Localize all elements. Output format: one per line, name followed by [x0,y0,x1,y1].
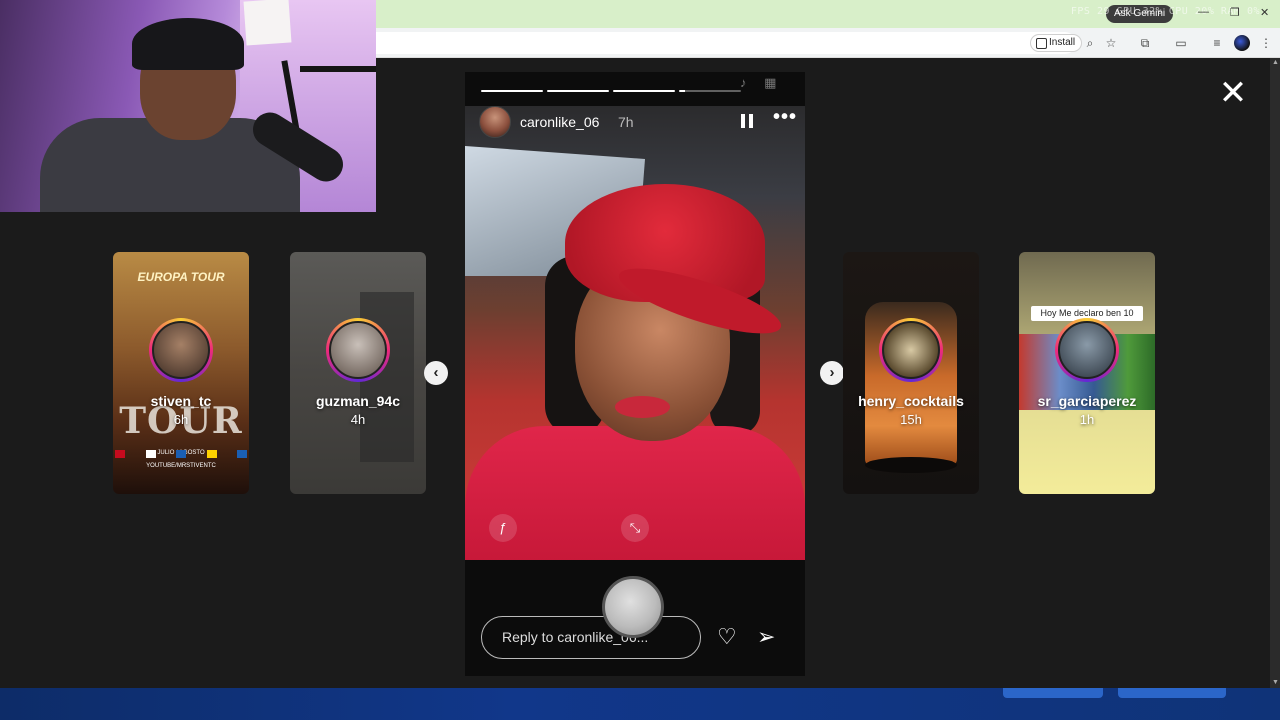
taskbar-app[interactable] [1003,688,1103,698]
card-flags [115,450,247,458]
chevron-right-icon: › [829,364,835,381]
grid-icon[interactable]: ▦ [764,75,776,90]
story-card-stiven-tc[interactable]: EUROPA TOUR TOUR JULIO / AGOSTO YOUTUBE/… [113,252,249,494]
story-username: guzman_94c [315,393,401,409]
story-viewer: ♪ ▦ ƒ ⤡ caronlike_06 7h ••• Reply to car… [465,72,805,676]
browser-menu-icon[interactable]: ⋮ [1258,35,1274,51]
story-card-henry-cocktails[interactable]: henry_cocktails 15h [843,252,979,494]
avatar [1055,318,1119,382]
story-age: 6h [173,412,189,427]
story-username[interactable]: caronlike_06 [520,114,599,130]
previous-story-button[interactable]: ‹ [424,361,448,385]
next-story-button[interactable]: › [820,361,844,385]
os-taskbar [0,688,1280,720]
story-top-icons: ♪ ▦ [740,75,776,91]
story-age: 4h [350,412,366,427]
streamer-beanie [132,18,244,70]
story-progress [481,90,741,92]
touch-cursor-indicator [602,576,664,638]
more-icon[interactable]: ••• [773,106,797,129]
story-header: caronlike_06 7h ••• [479,106,799,138]
scroll-up-icon[interactable]: ▲ [1272,59,1279,66]
pause-icon[interactable] [741,114,753,128]
story-age: 1h [1079,412,1095,427]
chevron-left-icon: ‹ [433,364,439,381]
avatar [879,318,943,382]
page-scrollbar[interactable]: ▲ ▼ [1270,58,1280,688]
story-username: henry_cocktails [858,393,964,409]
cast-icon[interactable]: ▭ [1173,35,1189,51]
media-controls-icon[interactable]: ≡ [1209,35,1225,51]
scroll-down-icon[interactable]: ▼ [1272,679,1279,686]
avatar [326,318,390,382]
profile-avatar[interactable] [1234,35,1250,51]
browser-titlebar: Ask Gemini FPS 29 GPU 32% CPU 20% RAM 0%… [376,0,1280,28]
taskbar-app[interactable] [1118,688,1226,698]
address-toolbar: Install ⌕ ☆ ⧉ ▭ ≡ ⋮ [376,28,1280,58]
lips [615,396,670,418]
wall-poster [243,0,292,46]
card-bottle-base [865,457,957,473]
story-age: 15h [900,412,922,427]
story-username: stiven_tc [150,393,212,409]
effect-icon[interactable]: ƒ [489,514,517,542]
card-art-handle: YOUTUBE/MRSTIVENTC [146,463,216,469]
reply-input[interactable]: Reply to caronlike_06... [481,616,701,659]
story-username: sr_garciaperez [1037,393,1137,409]
story-age: 7h [618,114,634,130]
mute-icon[interactable]: ♪ [740,75,747,90]
install-app-button[interactable]: Install [1030,34,1083,52]
story-card-guzman-94c[interactable]: guzman_94c 4h [290,252,426,494]
minimize-arrows-icon[interactable]: ⤡ [621,514,649,542]
window-close-icon[interactable]: ✕ [1260,6,1269,19]
progress-segment [613,90,675,92]
screen: Ask Gemini FPS 29 GPU 32% CPU 20% RAM 0%… [0,0,1280,720]
restore-icon[interactable]: ❐ [1230,6,1240,19]
webcam-overlay [0,0,376,212]
extensions-icon[interactable]: ⧉ [1137,35,1153,51]
send-icon[interactable]: ➢ [757,625,775,649]
bookmark-star-icon[interactable]: ☆ [1103,35,1119,51]
mic-arm-bar [300,66,376,72]
minimize-icon[interactable]: — [1198,6,1209,18]
avatar[interactable] [479,106,511,138]
close-viewer-button[interactable]: ✕ [1218,76,1248,110]
heart-icon[interactable]: ♡ [717,625,737,649]
story-card-sr-garciaperez[interactable]: Hoy Me declaro ben 10 pocos sr_garciaper… [1019,252,1155,494]
close-icon: ✕ [1218,74,1248,112]
progress-segment-current [679,90,741,92]
zoom-icon[interactable]: ⌕ [1082,35,1098,51]
progress-segment [547,90,609,92]
story-media[interactable]: ƒ ⤡ [465,106,805,560]
address-field[interactable] [376,32,1076,54]
card-art-title: EUROPA TOUR [137,270,225,284]
progress-segment [481,90,543,92]
avatar [149,318,213,382]
